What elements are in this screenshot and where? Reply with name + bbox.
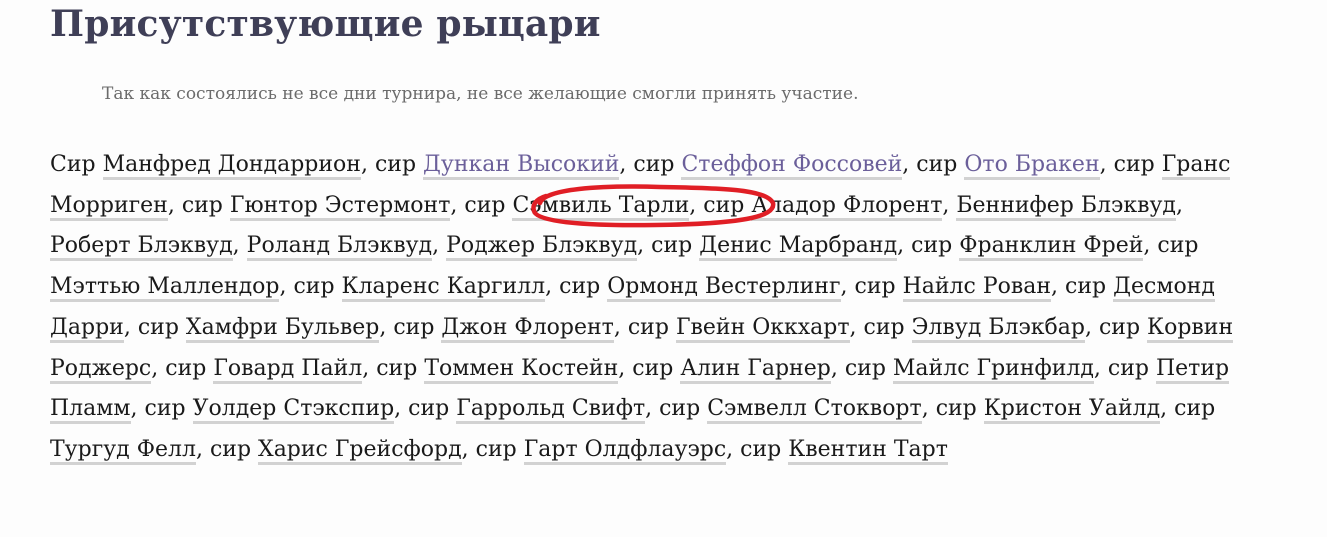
knight-link[interactable]: Роджер Блэквуд [446,233,638,262]
knight-link[interactable]: Кристон Уайлд [983,396,1161,425]
knight-link[interactable]: Кларенс Каргилл [341,274,546,303]
knight-link[interactable]: Роберт Блэквуд [50,233,233,262]
knight-link[interactable]: Уолдер Стэкспир [192,396,395,425]
knight-title: сир [374,152,417,177]
knight-link[interactable]: Алин Гарнер [680,355,831,384]
knight-link[interactable]: Ормонд Вестерлинг [607,274,841,303]
attendance-note: Так как состоялись не все дни турнира, н… [102,84,859,104]
knight-link[interactable]: Денис Марбранд [699,233,898,262]
knight-link[interactable]: Джон Флорент [441,314,614,343]
knight-title: сир [659,396,701,422]
knight-title: сир [376,355,418,381]
knight-link[interactable]: Беннифер Блэквуд [956,192,1176,221]
knight-link[interactable]: Стеффон Фоссовей [681,152,903,180]
knights-paragraph: Сир Манфред Дондаррион, сир Дункан Высок… [50,145,1250,471]
knight-title: сир [464,192,506,218]
knight-link[interactable]: Аладор Флорент [751,192,943,221]
knight-title: сир [633,152,675,177]
knight-link[interactable]: Франклин Фрей [959,233,1144,262]
knight-title: сир [408,396,450,422]
knight-title: сир [935,396,977,422]
knight-link[interactable]: Тургуд Фелл [50,436,196,465]
knight-title: сир [475,436,517,462]
knight-link[interactable]: Томмен Костейн [424,355,619,384]
knight-title: сир [863,314,905,340]
knight-link[interactable]: Мэттью Маллендор [50,274,280,303]
knight-title: сир [844,355,886,381]
knight-title: сир [559,274,601,300]
knight-link[interactable]: Роланд Блэквуд [246,233,433,262]
knight-link[interactable]: Элвуд Блэкбар [911,314,1085,343]
knight-link[interactable]: Ото Бракен [964,152,1100,180]
knight-title: сир [144,396,186,422]
page-title: Присутствующие рыцари [50,3,601,45]
knight-title: сир [181,192,223,218]
knight-title: сир [632,355,674,381]
knight-title: сир [740,436,782,462]
knight-title: сир [393,314,435,340]
knight-link[interactable]: Манфред Дондаррион [102,152,361,180]
knight-title: сир [165,355,207,381]
knight-link[interactable]: Хамфри Бульвер [185,314,380,343]
knight-title: сир [209,436,252,462]
knight-title: сир [1107,355,1149,381]
knight-title: сир [1098,314,1141,340]
knight-title: сир [627,314,669,340]
knights-list: Сир Манфред Дондаррион, сир Дункан Высок… [50,145,1250,471]
knight-link[interactable]: Говард Пайл [213,355,363,384]
knight-link[interactable]: Гвейн Оккхарт [675,314,850,343]
knight-link[interactable]: Найлс Рован [902,274,1052,303]
knight-link[interactable]: Сэмвиль Тарли [512,192,690,221]
knight-link[interactable]: Дункан Высокий [423,152,620,180]
knight-title: сир [854,274,896,300]
knight-link[interactable]: Квентин Тарт [788,436,948,465]
knight-title: сир [1174,396,1216,422]
knight-title: Сир [50,152,96,177]
knight-link[interactable]: Харис Грейсфорд [258,436,462,465]
knight-link[interactable]: Гаррольд Свифт [456,396,646,425]
knight-title: сир [911,233,953,259]
knight-title: сир [916,152,958,177]
knight-title: сир [1157,233,1199,259]
knight-title: сир [293,274,335,300]
knight-link[interactable]: Гарт Олдфлауэрс [523,436,727,465]
knight-link[interactable]: Гюнтор Эстермонт [229,192,451,221]
knight-title: сир [1065,274,1107,300]
knight-link[interactable]: Майлс Гринфилд [892,355,1094,384]
knight-title: сир [137,314,179,340]
knight-title: сир [1113,152,1155,177]
knight-link[interactable]: Сэмвелл Стокворт [707,396,922,425]
knight-title: сир [703,192,745,218]
knight-title: сир [651,233,693,259]
